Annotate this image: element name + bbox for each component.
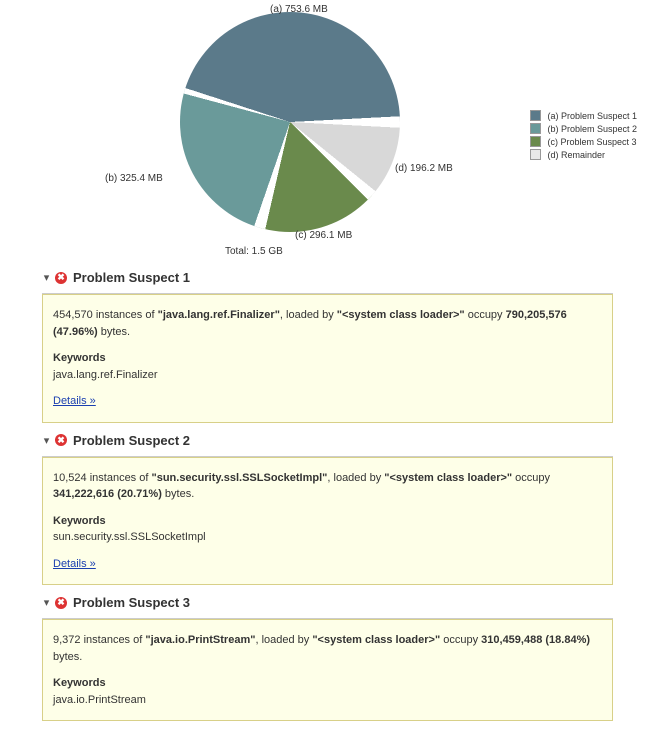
error-icon: ✖ xyxy=(55,272,67,284)
callout-a: (a) 753.6 MB xyxy=(270,4,328,15)
section-header-1[interactable]: ▾ ✖ Problem Suspect 1 xyxy=(42,270,613,285)
chevron-down-icon: ▾ xyxy=(42,436,51,445)
section-header-2[interactable]: ▾ ✖ Problem Suspect 2 xyxy=(42,433,613,448)
keywords-label: Keywords xyxy=(53,513,602,530)
pie-wrap xyxy=(180,12,410,242)
keyword-value: java.io.PrintStream xyxy=(53,692,602,709)
legend-swatch xyxy=(530,136,541,147)
legend: (a) Problem Suspect 1 (b) Problem Suspec… xyxy=(530,110,637,162)
details-link[interactable]: Details » xyxy=(53,556,96,573)
legend-label: (c) Problem Suspect 3 xyxy=(547,137,636,147)
pie-total: Total: 1.5 GB xyxy=(225,246,283,257)
legend-item: (d) Remainder xyxy=(530,149,637,160)
keyword-value: sun.security.ssl.SSLSocketImpl xyxy=(53,529,602,546)
callout-b: (b) 325.4 MB xyxy=(105,173,163,184)
legend-item: (a) Problem Suspect 1 xyxy=(530,110,637,121)
section-title: Problem Suspect 1 xyxy=(73,270,190,285)
section-box-1: 454,570 instances of "java.lang.ref.Fina… xyxy=(42,294,613,423)
suspect-summary: 9,372 instances of "java.io.PrintStream"… xyxy=(53,632,602,665)
callout-d: (d) 196.2 MB xyxy=(395,163,453,174)
legend-label: (d) Remainder xyxy=(547,150,605,160)
callout-c: (c) 296.1 MB xyxy=(295,230,352,241)
suspect-summary: 454,570 instances of "java.lang.ref.Fina… xyxy=(53,307,602,340)
section-title: Problem Suspect 3 xyxy=(73,595,190,610)
keyword-value: java.lang.ref.Finalizer xyxy=(53,367,602,384)
legend-label: (a) Problem Suspect 1 xyxy=(547,111,637,121)
legend-swatch xyxy=(530,149,541,160)
keywords-label: Keywords xyxy=(53,675,602,692)
section-header-3[interactable]: ▾ ✖ Problem Suspect 3 xyxy=(42,595,613,610)
legend-item: (b) Problem Suspect 2 xyxy=(530,123,637,134)
suspect-summary: 10,524 instances of "sun.security.ssl.SS… xyxy=(53,470,602,503)
keywords-label: Keywords xyxy=(53,350,602,367)
error-icon: ✖ xyxy=(55,597,67,609)
details-link[interactable]: Details » xyxy=(53,393,96,410)
section-box-2: 10,524 instances of "sun.security.ssl.SS… xyxy=(42,457,613,586)
legend-swatch xyxy=(530,123,541,134)
section-box-3: 9,372 instances of "java.io.PrintStream"… xyxy=(42,619,613,721)
pie-chart xyxy=(180,12,400,232)
chevron-down-icon: ▾ xyxy=(42,598,51,607)
chart-area: (a) 753.6 MB (b) 325.4 MB (c) 296.1 MB (… xyxy=(0,0,655,260)
legend-label: (b) Problem Suspect 2 xyxy=(547,124,637,134)
error-icon: ✖ xyxy=(55,434,67,446)
chevron-down-icon: ▾ xyxy=(42,273,51,282)
suspect-sections: ▾ ✖ Problem Suspect 1 454,570 instances … xyxy=(0,270,655,729)
legend-item: (c) Problem Suspect 3 xyxy=(530,136,637,147)
legend-swatch xyxy=(530,110,541,121)
section-title: Problem Suspect 2 xyxy=(73,433,190,448)
